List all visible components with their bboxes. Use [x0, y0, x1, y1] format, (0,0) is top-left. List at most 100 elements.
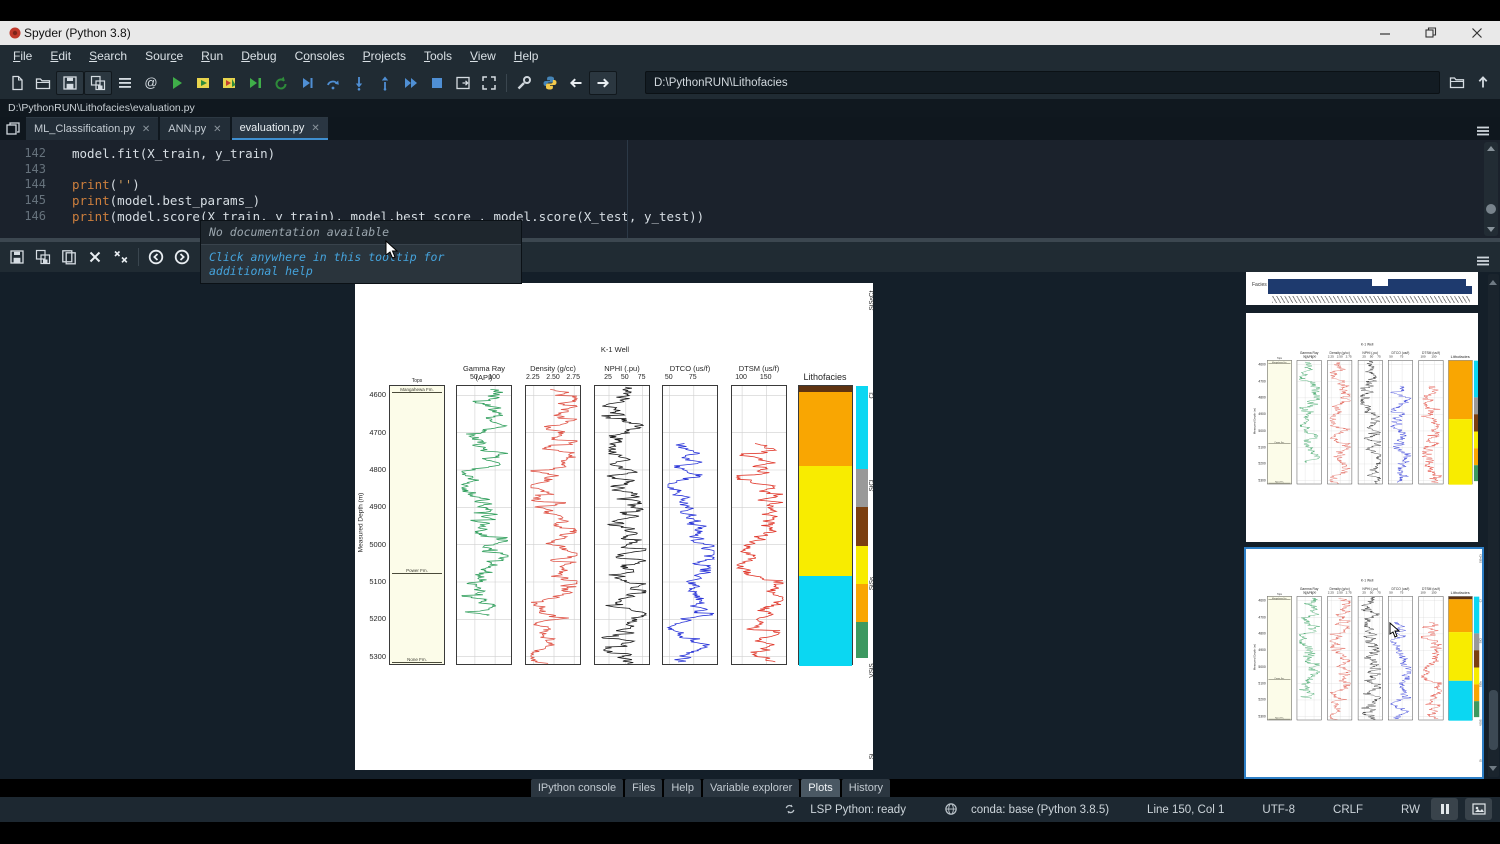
legend-segment [1474, 414, 1478, 431]
track-title: Density (g/cc) [525, 364, 581, 373]
log-track-dtsm-us-f- [1419, 360, 1444, 484]
status-text: CRLF [1333, 804, 1363, 816]
thumbnail-well-log-2[interactable]: K-1 WellMeasured Depth (m)46004700480049… [1244, 547, 1484, 779]
status-lsp-python: LSP Python: ready [783, 802, 906, 817]
pause-button[interactable] [1431, 798, 1458, 820]
new-window-icon[interactable] [450, 72, 476, 94]
editor-tab-evaluation-py[interactable]: evaluation.py✕ [232, 117, 328, 140]
status-text: LSP Python: ready [810, 804, 906, 816]
tab-close-icon[interactable]: ✕ [311, 123, 319, 134]
thumbnail-well-log-1[interactable]: K-1 WellMeasured Depth (m)46004700480049… [1246, 313, 1478, 542]
hamburger-icon[interactable] [1470, 120, 1496, 142]
close-all-icon[interactable] [108, 246, 134, 268]
editor-tab-ml_classification-py[interactable]: ML_Classification.py✕ [26, 117, 158, 140]
menu-tools[interactable]: Tools [415, 47, 461, 65]
run-cell-icon[interactable] [190, 72, 216, 94]
step-over-icon[interactable] [320, 72, 346, 94]
pane-tab-help[interactable]: Help [664, 779, 701, 797]
copy-icon[interactable] [56, 246, 82, 268]
run-cell-adv-icon[interactable] [216, 72, 242, 94]
track-title: Density (g/cc) [1327, 351, 1352, 355]
hamburger-icon[interactable] [1470, 250, 1496, 272]
close-icon[interactable] [82, 246, 108, 268]
cells-icon[interactable] [112, 72, 138, 94]
menu-search[interactable]: Search [80, 47, 136, 65]
save-icon[interactable] [4, 246, 30, 268]
scroll-up-arrow[interactable] [1487, 146, 1495, 151]
legend-segment [856, 584, 868, 622]
continue-icon[interactable] [398, 72, 424, 94]
prev-icon[interactable] [143, 246, 169, 268]
wrench-icon[interactable] [511, 72, 537, 94]
y-tick-label: 4700 [1252, 615, 1266, 619]
working-directory-field[interactable]: D:\PythonRUN\Lithofacies [645, 71, 1440, 94]
scrollbar-handle[interactable] [1486, 204, 1496, 214]
menu-projects[interactable]: Projects [354, 47, 415, 65]
browse-tabs-icon[interactable] [0, 117, 26, 140]
x-tick-label: 150 [1429, 591, 1440, 594]
legend-segment [1474, 633, 1479, 650]
line-number: 143 [24, 162, 46, 176]
menu-source[interactable]: Source [136, 47, 192, 65]
open-folder-icon[interactable] [30, 72, 56, 94]
stop-icon[interactable] [424, 72, 450, 94]
tab-close-icon[interactable]: ✕ [213, 124, 221, 135]
python-icon[interactable] [537, 72, 563, 94]
pane-tab-files[interactable]: Files [625, 779, 662, 797]
pane-tab-ipython-console[interactable]: IPython console [531, 779, 623, 797]
scroll-down-arrow[interactable] [1489, 766, 1497, 771]
x-tick-label: 75 [1374, 355, 1385, 358]
menu-run[interactable]: Run [192, 47, 232, 65]
up-icon[interactable] [1470, 71, 1496, 93]
y-tick-label: 4900 [1252, 648, 1266, 652]
thumbnail-facies-chart[interactable]: Facies [1246, 272, 1478, 305]
menu-view[interactable]: View [461, 47, 505, 65]
menu-help[interactable]: Help [505, 47, 548, 65]
x-tick-label: 2.75 [1343, 591, 1354, 594]
close-button[interactable] [1454, 21, 1500, 45]
menu-consoles[interactable]: Consoles [286, 47, 354, 65]
menu-file[interactable]: File [4, 47, 41, 65]
tab-close-icon[interactable]: ✕ [142, 124, 150, 135]
editor-scrollbar[interactable] [1484, 142, 1498, 236]
scroll-down-arrow[interactable] [1487, 227, 1495, 232]
tabbar-options-icon[interactable] [1470, 120, 1496, 142]
pane-tab-variable-explorer[interactable]: Variable explorer [703, 779, 799, 797]
back-icon[interactable] [563, 72, 589, 94]
formation-marker-label: Mangahewa Fm. [390, 387, 444, 392]
facies-axis-label: Facies [1252, 282, 1267, 288]
step-out-icon[interactable] [372, 72, 398, 94]
new-file-icon[interactable] [4, 72, 30, 94]
pane-tab-history[interactable]: History [842, 779, 890, 797]
formation-marker-label: None Fm. [1268, 480, 1292, 482]
plots-scrollbar[interactable] [1488, 274, 1499, 777]
save-all-icon[interactable] [30, 246, 56, 268]
minimize-button[interactable] [1362, 21, 1408, 45]
menu-debug[interactable]: Debug [232, 47, 285, 65]
plots-options-icon[interactable] [1470, 250, 1496, 272]
open-folder-icon[interactable] [1444, 71, 1470, 93]
rerun-icon[interactable] [268, 72, 294, 94]
y-axis-label: Measured Depth (m) [358, 483, 365, 563]
tooltip-help-link[interactable]: Click anywhere in this tooltip for addit… [201, 245, 521, 283]
debug-run-icon[interactable] [294, 72, 320, 94]
step-into-icon[interactable] [346, 72, 372, 94]
run-icon[interactable] [164, 72, 190, 94]
at-icon[interactable]: @ [138, 72, 164, 94]
save-all-icon[interactable] [84, 71, 112, 95]
scrollbar-handle[interactable] [1489, 690, 1498, 750]
forward-icon[interactable] [589, 71, 617, 95]
run-sel-icon[interactable] [242, 72, 268, 94]
scroll-up-arrow[interactable] [1489, 280, 1497, 285]
lithofacies-segment [1449, 632, 1472, 681]
menu-edit[interactable]: Edit [41, 47, 80, 65]
documentation-tooltip[interactable]: No documentation available Click anywher… [200, 220, 522, 284]
fullscreen-icon[interactable] [476, 72, 502, 94]
save-icon[interactable] [56, 71, 84, 95]
next-icon[interactable] [169, 246, 195, 268]
tooltip-text: No documentation available [201, 221, 521, 245]
restore-button[interactable] [1408, 21, 1454, 45]
editor-tab-ann-py[interactable]: ANN.py✕ [160, 117, 229, 140]
pane-tab-plots[interactable]: Plots [801, 779, 839, 797]
panel-image-button[interactable] [1465, 798, 1492, 820]
